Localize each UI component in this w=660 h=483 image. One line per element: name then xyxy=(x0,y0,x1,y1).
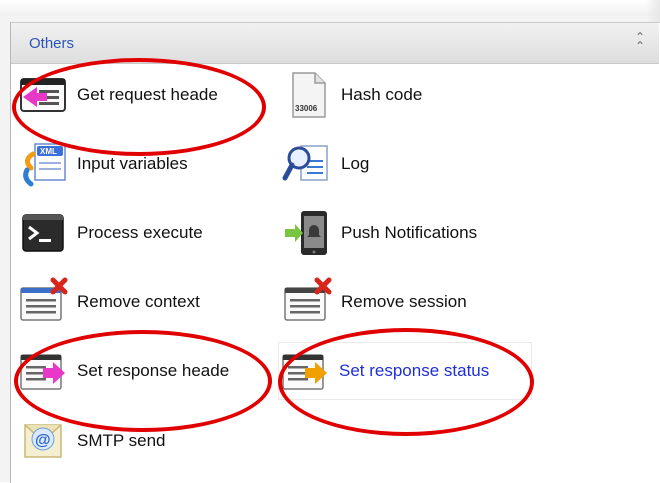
hash-code-file-label: 33006 xyxy=(295,104,318,113)
top-shadow xyxy=(0,0,660,16)
item-label: SMTP send xyxy=(77,431,166,450)
palette-item-smtp-send[interactable]: @ SMTP send xyxy=(17,413,267,469)
palette-item-push-notifications[interactable]: Push Notifications xyxy=(281,205,541,261)
palette-item-set-response-header[interactable]: Set response heade xyxy=(17,343,267,399)
set-response-header-icon xyxy=(17,345,69,397)
others-panel: Others ⌃ ⌃ Get request heade 33006 Hash … xyxy=(10,22,660,483)
palette-item-hash-code[interactable]: 33006 Hash code xyxy=(281,67,521,123)
get-request-header-icon xyxy=(17,69,69,121)
xml-input-variables-icon: XML xyxy=(17,138,69,190)
palette-item-remove-session[interactable]: Remove session xyxy=(281,274,521,330)
item-label: Hash code xyxy=(341,85,423,104)
item-label: Get request heade xyxy=(77,85,218,104)
log-magnifier-icon xyxy=(281,138,333,190)
item-label: Process execute xyxy=(77,223,203,242)
item-label: Set response heade xyxy=(77,361,230,380)
item-label: Set response status xyxy=(339,361,490,380)
palette-item-input-variables[interactable]: XML Input variables xyxy=(17,136,267,192)
item-label: Remove session xyxy=(341,292,467,311)
svg-text:@: @ xyxy=(35,432,51,449)
item-label: Input variables xyxy=(77,154,188,173)
palette-item-set-response-status[interactable]: Set response status xyxy=(279,343,531,399)
palette-item-remove-context[interactable]: Remove context xyxy=(17,274,267,330)
item-label: Remove context xyxy=(77,292,200,311)
set-response-status-icon xyxy=(279,345,331,397)
smtp-mail-icon: @ xyxy=(17,415,69,467)
window-background: Others ⌃ ⌃ Get request heade 33006 Hash … xyxy=(0,0,660,483)
hash-code-file-icon: 33006 xyxy=(281,69,333,121)
panel-title: Others xyxy=(29,35,75,52)
terminal-icon xyxy=(17,207,69,259)
xml-input-variables-label: XML xyxy=(40,147,57,156)
panel-header[interactable]: Others ⌃ ⌃ xyxy=(11,23,659,64)
push-notification-phone-icon xyxy=(281,207,333,259)
remove-context-icon xyxy=(17,276,69,328)
double-chevron-up-icon[interactable]: ⌃ ⌃ xyxy=(631,31,649,52)
item-label: Push Notifications xyxy=(341,223,478,242)
remove-session-icon xyxy=(281,276,333,328)
palette-item-get-request-header[interactable]: Get request heade xyxy=(17,67,267,123)
palette-item-process-execute[interactable]: Process execute xyxy=(17,205,267,261)
item-label: Log xyxy=(341,154,370,173)
palette-item-log[interactable]: Log xyxy=(281,136,521,192)
